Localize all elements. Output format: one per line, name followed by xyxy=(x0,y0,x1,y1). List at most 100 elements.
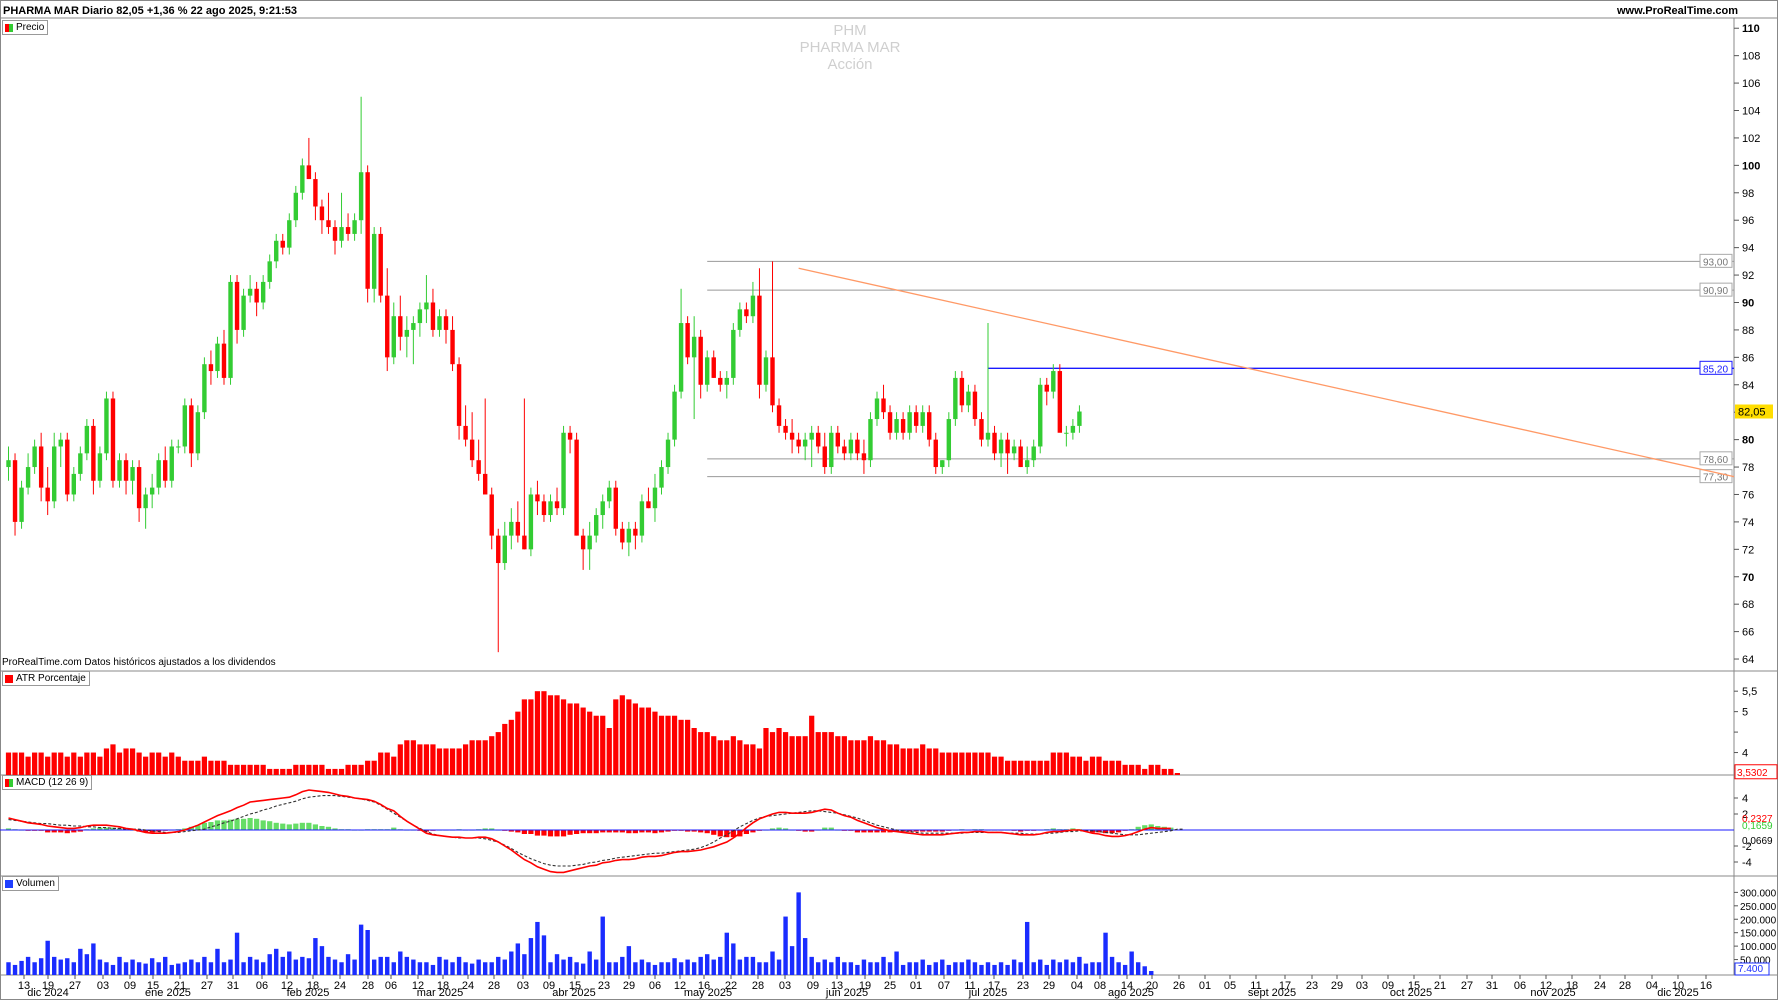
atr-bar xyxy=(737,740,743,775)
atr-bar xyxy=(430,744,436,775)
month-label: ago 2025 xyxy=(1108,987,1154,999)
volume-bar xyxy=(1024,921,1030,975)
candle-body xyxy=(104,398,109,454)
candle-body xyxy=(489,494,494,536)
month-label: nov 2025 xyxy=(1530,987,1575,999)
volume-panel-label[interactable]: Volumen xyxy=(2,876,59,891)
volume-panel-label-text: Volumen xyxy=(16,878,55,889)
candle-body xyxy=(711,357,716,378)
month-label: dic 2024 xyxy=(27,987,69,999)
macd-hist-bar xyxy=(319,826,325,830)
volume-bar xyxy=(927,964,932,975)
candle-body xyxy=(515,521,521,536)
candle-body xyxy=(646,501,651,509)
volume-bar xyxy=(163,956,168,975)
atr-bar xyxy=(175,756,181,775)
atr-panel-label-text: ATR Porcentaje xyxy=(16,673,86,684)
atr-bar xyxy=(704,732,710,775)
atr-panel-label[interactable]: ATR Porcentaje xyxy=(2,671,90,686)
volume-bar xyxy=(215,948,220,975)
volume-bar xyxy=(907,962,912,975)
volume-bar xyxy=(358,924,364,975)
volume-tick-label: 300.000 xyxy=(1740,888,1777,899)
volume-bar xyxy=(1149,971,1154,975)
atr-bar xyxy=(332,768,338,775)
atr-bar xyxy=(12,752,18,775)
macd-panel-label[interactable]: MACD (12 26 9) xyxy=(2,775,93,790)
atr-bar xyxy=(907,748,913,775)
volume-bar xyxy=(900,964,906,975)
candle-body xyxy=(78,453,83,474)
macd-hist-bar xyxy=(260,820,266,830)
candle-body xyxy=(705,357,710,385)
candle-body xyxy=(267,261,272,282)
candle-body xyxy=(1005,439,1010,454)
atr-bar xyxy=(828,732,834,775)
macd-hist-bar xyxy=(521,830,527,834)
atr-bar xyxy=(802,736,808,775)
atr-bar xyxy=(338,768,345,775)
candle-body xyxy=(345,227,351,234)
candle-body xyxy=(535,494,540,502)
volume-bar xyxy=(417,962,423,975)
volume-bar xyxy=(992,964,997,975)
price-tick-label: 108 xyxy=(1742,51,1760,63)
volume-bar xyxy=(202,956,207,975)
atr-bar xyxy=(880,740,887,775)
watermark: PHM PHARMA MAR Acción xyxy=(760,22,940,73)
volume-bar xyxy=(260,962,266,975)
site-link[interactable]: www.ProRealTime.com xyxy=(1617,5,1738,17)
volume-bar xyxy=(946,964,952,975)
volume-bar xyxy=(404,956,410,975)
atr-bar xyxy=(685,719,691,775)
day-label: 27 xyxy=(201,980,213,992)
volume-bar xyxy=(626,946,632,975)
volume-bar xyxy=(796,892,801,975)
volume-bar xyxy=(567,956,573,975)
candle-body xyxy=(920,412,925,426)
candle-body xyxy=(574,439,579,536)
candle-body xyxy=(182,405,188,447)
volume-bar xyxy=(300,956,305,975)
macd-hist-bar xyxy=(547,830,554,837)
candle-body xyxy=(221,343,227,378)
volume-bar xyxy=(770,951,775,975)
atr-bar xyxy=(861,740,867,775)
volume-bar xyxy=(1005,964,1010,975)
volume-bar xyxy=(391,962,396,975)
candle-body xyxy=(58,439,63,447)
candle-body xyxy=(456,364,462,426)
atr-bar xyxy=(822,732,828,775)
candle-body xyxy=(169,446,174,481)
volume-bar xyxy=(313,938,318,975)
candle-body xyxy=(1038,384,1043,447)
chart-canvas[interactable]: 93,0090,9085,2078,6077,30 64666870727476… xyxy=(0,0,1778,1000)
volume-bar xyxy=(809,956,814,975)
candle-body xyxy=(306,165,312,180)
atr-bar xyxy=(1129,764,1135,775)
atr-bar xyxy=(162,756,168,775)
candle-body xyxy=(757,295,762,385)
volume-bar xyxy=(541,935,547,975)
candle-body xyxy=(117,460,122,481)
candle-body xyxy=(136,467,142,509)
volume-bar xyxy=(195,962,201,975)
day-label: 06 xyxy=(256,980,268,992)
atr-bar xyxy=(835,736,841,775)
volume-bar xyxy=(58,959,63,975)
volume-bar xyxy=(861,959,867,975)
atr-bar xyxy=(1044,760,1050,775)
atr-bar xyxy=(149,752,155,775)
atr-bar xyxy=(312,764,319,775)
price-tick-label: 104 xyxy=(1742,106,1760,118)
atr-bar xyxy=(632,703,638,775)
volume-bar xyxy=(1096,962,1102,975)
atr-bar xyxy=(724,740,730,775)
atr-bar xyxy=(1004,760,1011,775)
atr-bar xyxy=(116,752,123,775)
volume-bar xyxy=(437,956,442,975)
atr-bar xyxy=(378,752,384,775)
atr-bar xyxy=(1168,768,1174,775)
price-panel-label[interactable]: Precio xyxy=(2,20,49,35)
price-tick-label: 100 xyxy=(1742,160,1760,172)
